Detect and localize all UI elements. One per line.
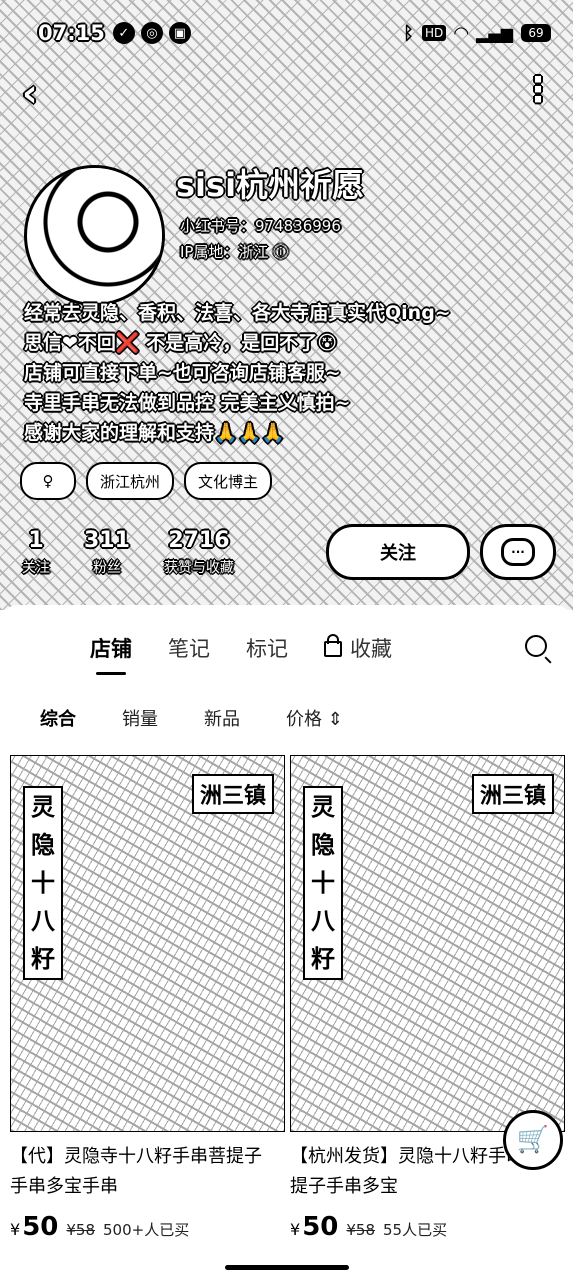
profile-bio: 经常去灵隐、香积、法喜、各大寺庙真实代Qing~ 思信❤不回❌ 不是高冷，是回不…	[24, 298, 544, 448]
product-sold-count: 500+人已买	[103, 1221, 190, 1239]
sort-bar: 综合 销量 新品 价格 ⇕	[40, 705, 343, 731]
product-title[interactable]: 【代】灵隐寺十八籽手串菩提子手串多宝手串	[10, 1142, 270, 1202]
bio-line: 店铺可直接下单~也可咨询店铺客服~	[24, 362, 341, 384]
bio-line: 感谢大家的理解和支持🙏🙏🙏	[24, 422, 285, 444]
profile-tags: ♀ 浙江杭州 文化博主	[20, 462, 273, 500]
follow-button[interactable]: 关注	[326, 524, 470, 580]
product-old-price: ¥58	[346, 1221, 376, 1239]
bio-line: 经常去灵隐、香积、法喜、各大寺庙真实代Qing~	[24, 302, 451, 324]
avatar[interactable]	[24, 165, 165, 306]
bluetooth-icon: ᛒ	[403, 22, 414, 44]
status-right: ᛒ HD ◠ ▂▄▆ 69	[403, 23, 551, 44]
stat-number: 1	[28, 528, 44, 553]
location-tag: 浙江杭州	[86, 462, 175, 500]
content-panel: 店铺 笔记 标记 收藏 综合 销量 新品 价格 ⇕ 灵 隐 十 八 籽 洲三镇 …	[0, 605, 573, 1280]
photo-icon: ▣	[168, 22, 191, 44]
shopping-cart-icon[interactable]: 🛒	[503, 1110, 563, 1170]
product-image[interactable]: 灵 隐 十 八 籽 洲三镇	[290, 755, 565, 1132]
ip-location: IP属地：浙江 ⓘ	[180, 243, 289, 261]
sort-new[interactable]: 新品	[204, 705, 240, 731]
search-icon[interactable]	[525, 635, 547, 657]
battery-icon: 69	[521, 24, 551, 42]
stat-followers[interactable]: 311 粉丝	[84, 528, 130, 577]
tab-marks[interactable]: 标记	[246, 633, 288, 663]
product-image-label: 灵 隐 十 八 籽	[23, 786, 63, 980]
sort-sales[interactable]: 销量	[122, 705, 158, 731]
tab-notes[interactable]: 笔记	[168, 633, 210, 663]
product-image-sign: 洲三镇	[471, 774, 554, 814]
product-price: 50	[302, 1212, 339, 1242]
product-sold-count: 55人已买	[383, 1221, 448, 1239]
status-notification-icons: ✓ ◎ ▣	[112, 22, 191, 44]
profile-nickname: sisi杭州祈愿	[176, 166, 365, 204]
wifi-icon: ◠	[454, 22, 469, 44]
currency-symbol: ¥	[290, 1220, 301, 1239]
lock-icon	[324, 634, 342, 657]
product-card[interactable]: 灵 隐 十 八 籽 洲三镇 【杭州发货】灵隐十八籽手串菩提子手串多宝 ¥ 50 …	[290, 755, 565, 1242]
tab-favorites-label: 收藏	[350, 637, 392, 661]
stat-number: 2716	[168, 528, 230, 553]
message-button[interactable]: ···	[480, 524, 556, 580]
profile-stats: 1 关注 311 粉丝 2716 获赞与收藏	[22, 528, 234, 577]
status-bar: 07:15 ✓ ◎ ▣ ᛒ HD ◠ ▂▄▆ 69	[38, 18, 551, 48]
product-price-row: ¥ 50 ¥58 500+人已买	[10, 1212, 283, 1242]
profile-header: 07:15 ✓ ◎ ▣ ᛒ HD ◠ ▂▄▆ 69 ‹ ⋮ sisi杭州祈愿 小…	[0, 0, 573, 610]
product-old-price: ¥58	[66, 1221, 96, 1239]
category-tag: 文化博主	[184, 462, 273, 500]
hd-badge: HD	[421, 25, 447, 41]
sort-price[interactable]: 价格 ⇕	[286, 705, 343, 731]
product-image[interactable]: 灵 隐 十 八 籽 洲三镇	[10, 755, 285, 1132]
stat-following[interactable]: 1 关注	[22, 528, 50, 577]
product-image-label: 灵 隐 十 八 籽	[303, 786, 343, 980]
tab-favorites[interactable]: 收藏	[324, 633, 392, 663]
share-icon[interactable]: ⋮	[521, 70, 555, 110]
home-indicator[interactable]	[225, 1265, 349, 1270]
stat-likes[interactable]: 2716 获赞与收藏	[164, 528, 234, 577]
sort-overall[interactable]: 综合	[40, 705, 76, 731]
back-chevron-icon[interactable]: ‹	[22, 74, 58, 112]
profile-tabs: 店铺 笔记 标记 收藏	[90, 633, 392, 675]
tab-shop[interactable]: 店铺	[90, 633, 132, 675]
stat-number: 311	[84, 528, 130, 553]
product-image-sign: 洲三镇	[191, 774, 274, 814]
stat-label: 关注	[22, 560, 50, 576]
bio-line: 寺里手串无法做到品控 完美主义慎拍~	[24, 392, 351, 414]
bio-line: 思信❤不回❌ 不是高冷，是回不了😵	[24, 332, 337, 354]
currency-symbol: ¥	[10, 1220, 21, 1239]
check-circle-icon: ✓	[112, 22, 135, 44]
stat-label: 获赞与收藏	[163, 560, 234, 576]
red-id: 小红书号：974836996	[180, 217, 341, 235]
gender-tag: ♀	[20, 462, 76, 500]
status-time: 07:15	[38, 21, 105, 45]
signal-icon: ▂▄▆	[476, 23, 513, 43]
product-card[interactable]: 灵 隐 十 八 籽 洲三镇 【代】灵隐寺十八籽手串菩提子手串多宝手串 ¥ 50 …	[10, 755, 285, 1242]
stat-label: 粉丝	[92, 560, 121, 576]
product-price: 50	[22, 1212, 59, 1242]
chat-bubble-icon: ···	[501, 538, 535, 566]
product-price-row: ¥ 50 ¥58 55人已买	[290, 1212, 563, 1242]
app-icon: ◎	[140, 22, 163, 44]
